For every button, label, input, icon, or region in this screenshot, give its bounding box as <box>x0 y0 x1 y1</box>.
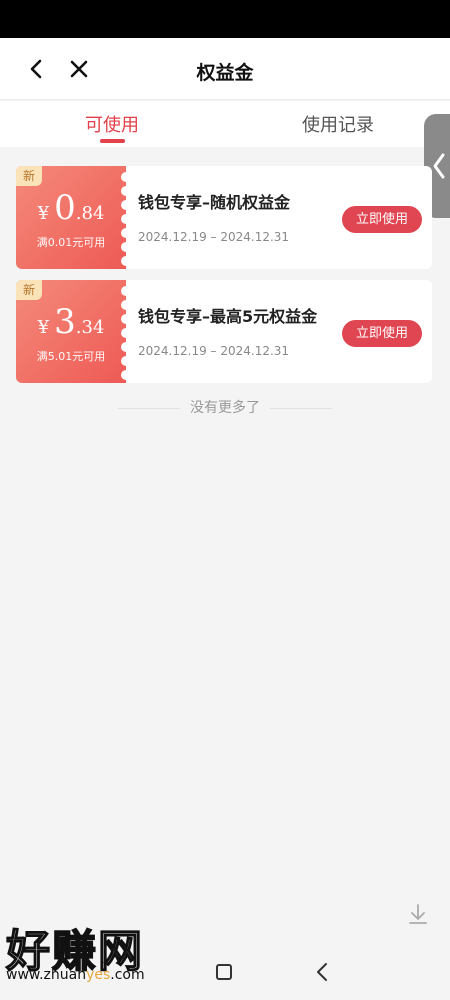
tab-bar: 可使用 使用记录 <box>0 101 450 147</box>
currency-symbol: ¥ <box>37 317 50 338</box>
system-back-icon[interactable] <box>314 962 330 986</box>
active-tab-indicator <box>100 139 125 143</box>
no-more-text: 没有更多了 <box>190 400 260 416</box>
coupon-card: 新 ¥ 3.34 满5.01元可用 钱包专享–最高5元权益金 2024.12.1… <box>16 280 432 383</box>
coupon-condition: 满0.01元可用 <box>36 236 106 249</box>
coupon-title: 钱包专享–最高5元权益金 <box>138 307 318 326</box>
coupon-date-range: 2024.12.19 – 2024.12.31 <box>138 344 290 358</box>
use-now-button[interactable]: 立即使用 <box>342 320 422 347</box>
tab-usage-records[interactable]: 使用记录 <box>258 111 418 137</box>
tab-available[interactable]: 可使用 <box>32 111 192 137</box>
amount-decimal: .34 <box>75 317 105 338</box>
use-now-button[interactable]: 立即使用 <box>342 206 422 233</box>
status-bar <box>0 0 450 38</box>
coupon-title: 钱包专享–随机权益金 <box>138 193 291 212</box>
chevron-left-icon <box>433 153 445 179</box>
currency-symbol: ¥ <box>37 203 50 224</box>
coupon-condition: 满5.01元可用 <box>36 350 106 363</box>
new-badge: 新 <box>16 280 42 300</box>
watermark-url-pre: www.zhuan <box>6 967 87 983</box>
amount-decimal: .84 <box>75 203 105 224</box>
coupon-amount: ¥ 0.84 <box>16 188 126 228</box>
coupon-date-range: 2024.12.19 – 2024.12.31 <box>138 230 290 244</box>
amount-integer: 3 <box>54 302 76 342</box>
divider-line <box>270 408 332 409</box>
download-icon[interactable] <box>406 902 430 926</box>
watermark-url-post: .com <box>110 967 145 983</box>
amount-integer: 0 <box>54 188 76 228</box>
home-square-icon[interactable] <box>216 964 232 980</box>
watermark-logo: 好赚网 www.zhuanyes.com <box>0 915 200 990</box>
coupon-info-panel: 钱包专享–随机权益金 2024.12.19 – 2024.12.31 立即使用 <box>126 166 432 269</box>
coupon-amount: ¥ 3.34 <box>16 302 126 342</box>
new-badge: 新 <box>16 166 42 186</box>
coupon-value-panel: 新 ¥ 3.34 满5.01元可用 <box>16 280 126 383</box>
coupon-value-panel: 新 ¥ 0.84 满0.01元可用 <box>16 166 126 269</box>
watermark-url-highlight: yes <box>86 967 111 983</box>
page-title: 权益金 <box>196 62 254 84</box>
watermark-url: www.zhuanyes.com <box>6 967 145 983</box>
nav-bar: 权益金 <box>0 38 450 100</box>
coupon-card: 新 ¥ 0.84 满0.01元可用 钱包专享–随机权益金 2024.12.19 … <box>16 166 432 269</box>
coupon-info-panel: 钱包专享–最高5元权益金 2024.12.19 – 2024.12.31 立即使… <box>126 280 432 383</box>
